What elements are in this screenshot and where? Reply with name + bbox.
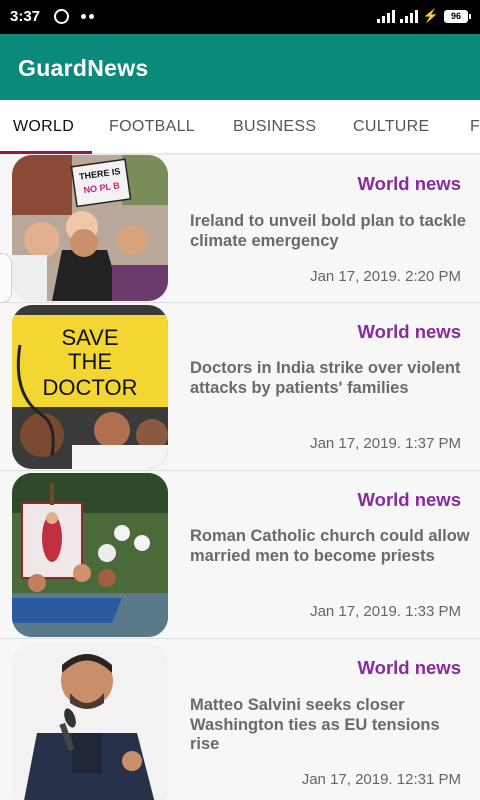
news-card[interactable]: THERE IS NO PL B World news Ireland to u… bbox=[0, 155, 480, 303]
news-card[interactable]: SAVE THE DOCTOR World news Doctors in In… bbox=[0, 303, 480, 471]
article-date: Jan 17, 2019. 1:37 PM bbox=[310, 435, 461, 452]
article-image: SAVE THE DOCTOR bbox=[12, 305, 168, 469]
article-section: World news bbox=[357, 489, 461, 510]
charging-icon: ⚡ bbox=[422, 8, 439, 23]
article-section: World news bbox=[357, 657, 461, 678]
article-section: World news bbox=[357, 321, 461, 342]
signal-icon-2 bbox=[399, 9, 418, 23]
battery-icon: 96 bbox=[444, 9, 471, 23]
app-title: GuardNews bbox=[18, 55, 149, 81]
article-date: Jan 17, 2019. 1:33 PM bbox=[310, 603, 461, 620]
article-image bbox=[12, 643, 168, 800]
article-image: THERE IS NO PL B bbox=[12, 155, 168, 301]
signal-icon bbox=[376, 9, 395, 23]
status-bar: 3:37 ⚡ 96 bbox=[0, 0, 480, 34]
article-date: Jan 17, 2019. 12:31 PM bbox=[301, 771, 461, 788]
article-headline[interactable]: Roman Catholic church could allow marrie… bbox=[190, 527, 470, 566]
article-headline[interactable]: Doctors in India strike over violent att… bbox=[190, 359, 470, 398]
tab-business[interactable]: BUSINESS bbox=[233, 100, 316, 153]
article-section: World news bbox=[357, 173, 461, 194]
status-time: 3:37 bbox=[10, 8, 41, 25]
tab-overflow[interactable]: F bbox=[470, 100, 480, 153]
svg-text:THE: THE bbox=[68, 349, 112, 374]
category-tabs: WORLD FOOTBALL BUSINESS CULTURE F bbox=[0, 100, 480, 154]
news-card[interactable]: World news Roman Catholic church could a… bbox=[0, 471, 480, 639]
news-feed[interactable]: THERE IS NO PL B World news Ireland to u… bbox=[0, 155, 480, 800]
svg-text:DOCTOR: DOCTOR bbox=[43, 375, 138, 400]
status-right-icons: ⚡ 96 bbox=[376, 8, 471, 23]
notification-icons bbox=[54, 9, 94, 24]
article-headline[interactable]: Ireland to unveil bold plan to tackle cl… bbox=[190, 212, 470, 251]
edge-handle[interactable] bbox=[0, 253, 12, 303]
app-bar: GuardNews bbox=[0, 34, 480, 100]
news-card[interactable]: World news Matteo Salvini seeks closer W… bbox=[0, 639, 480, 800]
notification-ring-icon bbox=[54, 9, 69, 24]
svg-text:SAVE: SAVE bbox=[61, 325, 118, 350]
tab-football[interactable]: FOOTBALL bbox=[109, 100, 195, 153]
article-headline[interactable]: Matteo Salvini seeks closer Washington t… bbox=[190, 696, 470, 755]
tab-culture[interactable]: CULTURE bbox=[353, 100, 429, 153]
tab-world[interactable]: WORLD bbox=[13, 100, 74, 153]
more-notifications-icon bbox=[81, 14, 94, 19]
article-image bbox=[12, 473, 168, 637]
tab-indicator bbox=[0, 151, 92, 154]
article-date: Jan 17, 2019. 2:20 PM bbox=[310, 268, 461, 285]
